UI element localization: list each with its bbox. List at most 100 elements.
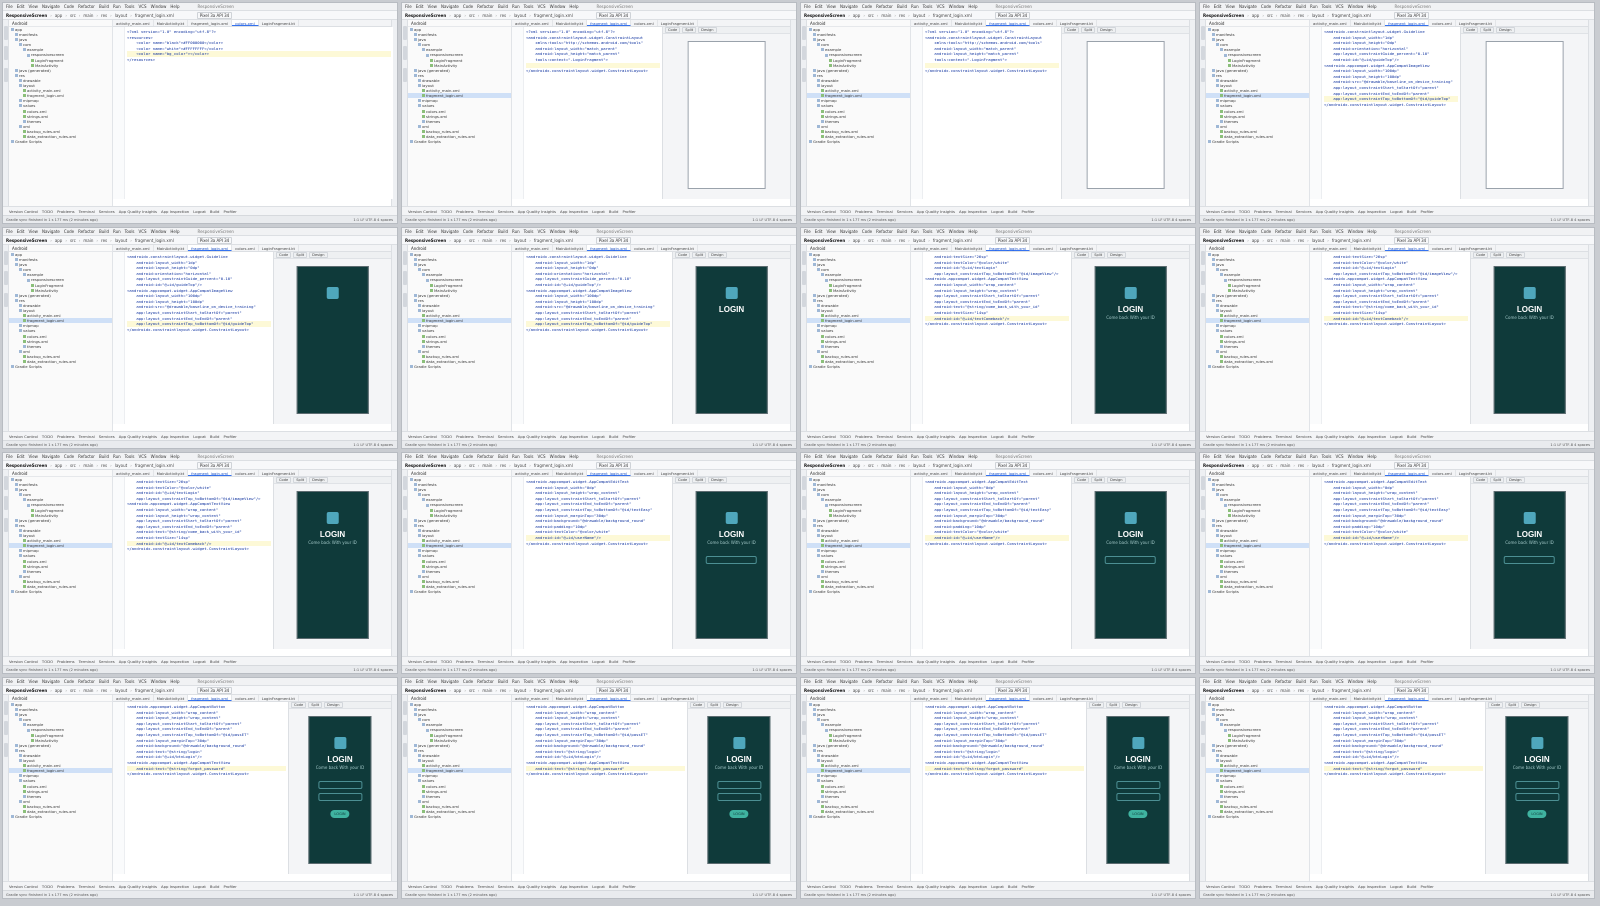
code-editor[interactable]: android:textSize="26sp" android:textColo… — [911, 252, 1071, 424]
tree-node[interactable]: Gradle Scripts — [9, 364, 112, 369]
view-mode-button[interactable]: Code — [1463, 27, 1479, 33]
tool-window-icon[interactable] — [1201, 26, 1205, 40]
editor-tab[interactable]: activity_main.xml — [113, 470, 154, 476]
code-line[interactable]: </resources> — [127, 57, 391, 63]
tool-window-button[interactable]: App Inspection — [1358, 884, 1386, 889]
breadcrumb-item[interactable]: fragment_login.xml — [135, 238, 174, 243]
editor-tab[interactable]: MainActivity.kt — [952, 20, 987, 26]
editor-tab[interactable]: fragment_login.xml — [1385, 695, 1430, 701]
menu-item-navigate[interactable]: Navigate — [840, 454, 858, 459]
menu-item-run[interactable]: Run — [1310, 454, 1318, 459]
tool-window-button[interactable]: Build — [1407, 434, 1417, 439]
editor-tab[interactable]: MainActivity.kt — [952, 245, 987, 251]
tool-window-button[interactable]: Services — [1296, 884, 1312, 889]
editor-tab[interactable]: fragment_login.xml — [986, 20, 1031, 26]
menu-item-tools[interactable]: Tools — [1322, 679, 1332, 684]
menu-item-help[interactable]: Help — [569, 679, 578, 684]
tool-window-button[interactable]: Profiler — [1021, 434, 1034, 439]
caret-position[interactable]: 1:1 LF UTF-8 4 spaces — [353, 218, 393, 222]
menu-item-window[interactable]: Window — [949, 679, 965, 684]
breadcrumb-item[interactable]: ResponsiveScreen — [1203, 688, 1244, 693]
tool-window-button[interactable]: TODO — [1239, 884, 1250, 889]
breadcrumb-item[interactable]: src — [1267, 13, 1273, 18]
tool-window-button[interactable]: Profiler — [223, 659, 236, 664]
editor-tab[interactable]: LoginFragment.kt — [658, 695, 698, 701]
tool-window-button[interactable]: Services — [498, 884, 514, 889]
menu-item-vcs[interactable]: VCS — [937, 679, 945, 684]
tool-window-button[interactable]: Build — [609, 659, 619, 664]
breadcrumb-item[interactable]: res — [101, 238, 107, 243]
editor-tab[interactable]: activity_main.xml — [512, 20, 553, 26]
tool-window-button[interactable]: App Quality Insights — [518, 434, 556, 439]
menu-item-vcs[interactable]: VCS — [1336, 454, 1344, 459]
tool-window-button[interactable]: Problems — [57, 884, 75, 889]
menu-item-build[interactable]: Build — [99, 679, 109, 684]
editor-tab[interactable]: MainActivity.kt — [1351, 695, 1386, 701]
breadcrumb-item[interactable]: main — [881, 13, 891, 18]
tree-node[interactable]: Gradle Scripts — [1206, 814, 1309, 819]
menu-item-navigate[interactable]: Navigate — [1239, 679, 1257, 684]
tool-window-button[interactable]: Terminal — [478, 884, 494, 889]
editor-tab[interactable]: fragment_login.xml — [1385, 20, 1430, 26]
tool-window-button[interactable]: Profiler — [622, 209, 635, 214]
view-mode-button[interactable]: Design — [1521, 702, 1540, 708]
device-selector[interactable]: Pixel 3a API 34 — [1393, 686, 1430, 694]
tool-window-button[interactable]: Logcat — [193, 434, 206, 439]
breadcrumb-item[interactable]: src — [868, 13, 874, 18]
menu-item-window[interactable]: Window — [1348, 454, 1364, 459]
tree-node[interactable]: Gradle Scripts — [408, 589, 511, 594]
tool-window-button[interactable]: Terminal — [79, 434, 95, 439]
breadcrumb-item[interactable]: src — [1267, 688, 1273, 693]
tool-window-button[interactable]: Profiler — [1021, 884, 1034, 889]
menu-item-navigate[interactable]: Navigate — [441, 679, 459, 684]
editor-tab[interactable]: activity_main.xml — [1310, 470, 1351, 476]
tool-window-button[interactable]: Problems — [1254, 434, 1272, 439]
caret-position[interactable]: 1:1 LF UTF-8 4 spaces — [752, 443, 792, 447]
menu-item-help[interactable]: Help — [170, 454, 179, 459]
tree-node[interactable]: Gradle Scripts — [9, 139, 112, 144]
tool-window-icon[interactable] — [4, 743, 8, 757]
menu-item-build[interactable]: Build — [99, 229, 109, 234]
menu-item-run[interactable]: Run — [911, 679, 919, 684]
menu-item-vcs[interactable]: VCS — [937, 4, 945, 9]
view-mode-button[interactable]: Design — [324, 702, 343, 708]
code-line[interactable]: app:layout_constraintTop_toBottomOf="@id… — [526, 321, 670, 327]
code-editor[interactable]: <androidx.constraintlayout.widget.Guidel… — [1310, 27, 1460, 199]
menu-item-window[interactable]: Window — [550, 679, 566, 684]
editor-tab[interactable]: colors.xml — [232, 20, 259, 26]
menu-item-window[interactable]: Window — [1348, 229, 1364, 234]
menu-item-tools[interactable]: Tools — [923, 454, 933, 459]
tool-window-button[interactable]: Terminal — [79, 209, 95, 214]
tool-window-button[interactable]: TODO — [1239, 659, 1250, 664]
breadcrumb-item[interactable]: res — [899, 238, 905, 243]
tool-window-button[interactable]: Services — [498, 659, 514, 664]
tool-window-button[interactable]: Build — [210, 884, 220, 889]
view-mode-button[interactable]: Code — [1074, 477, 1090, 483]
tool-window-button[interactable]: Logcat — [1390, 659, 1403, 664]
breadcrumb-item[interactable]: layout — [115, 463, 127, 468]
menu-item-edit[interactable]: Edit — [815, 229, 823, 234]
tool-window-button[interactable]: Terminal — [1276, 884, 1292, 889]
tool-window-button[interactable]: Logcat — [193, 659, 206, 664]
tool-window-icon[interactable] — [4, 496, 8, 510]
menu-item-refactor[interactable]: Refactor — [78, 454, 95, 459]
tool-window-button[interactable]: Logcat — [991, 884, 1004, 889]
tool-window-button[interactable]: App Quality Insights — [1316, 434, 1354, 439]
tool-window-button[interactable]: Services — [498, 209, 514, 214]
editor-tab[interactable]: MainActivity.kt — [1351, 20, 1386, 26]
breadcrumb-item[interactable]: src — [469, 688, 475, 693]
tool-window-button[interactable]: TODO — [840, 884, 851, 889]
tool-window-button[interactable]: TODO — [1239, 209, 1250, 214]
project-view-selector[interactable]: Android — [408, 695, 511, 702]
menu-item-vcs[interactable]: VCS — [139, 4, 147, 9]
view-mode-button[interactable]: Design — [1107, 252, 1126, 258]
project-view-selector[interactable]: Android — [1206, 20, 1309, 27]
tool-window-icon[interactable] — [1201, 743, 1205, 757]
tool-window-button[interactable]: Build — [1407, 209, 1417, 214]
project-view-selector[interactable]: Android — [408, 245, 511, 252]
menu-item-view[interactable]: View — [1225, 454, 1235, 459]
tool-window-button[interactable]: Problems — [1254, 884, 1272, 889]
menu-item-code[interactable]: Code — [64, 679, 74, 684]
view-mode-button[interactable]: Design — [1097, 27, 1116, 33]
tool-window-button[interactable]: Profiler — [622, 434, 635, 439]
